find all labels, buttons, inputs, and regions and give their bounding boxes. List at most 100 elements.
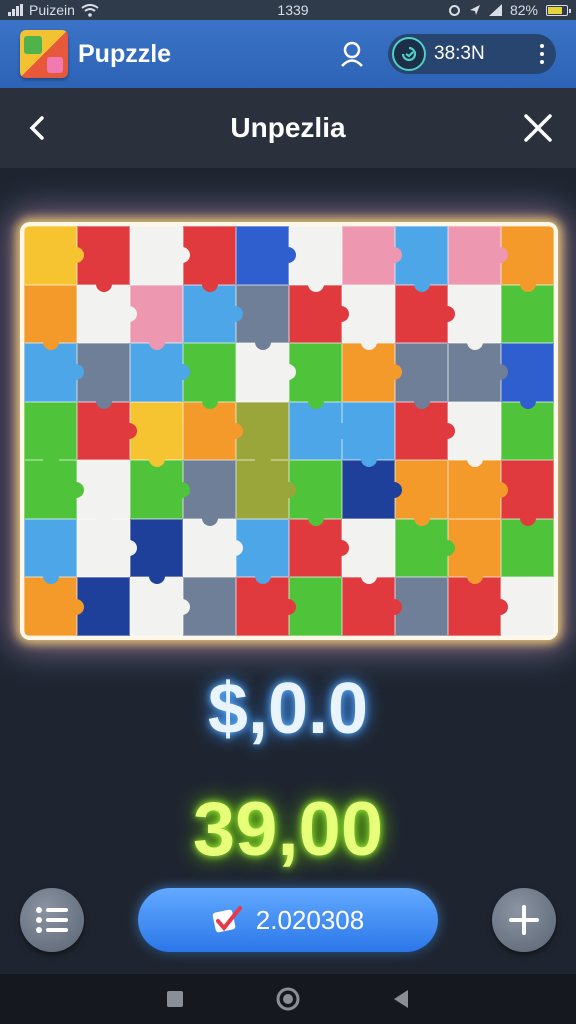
list-button[interactable] xyxy=(20,888,84,952)
square-icon[interactable] xyxy=(166,990,184,1008)
puzzle-piece[interactable] xyxy=(395,343,448,409)
back-button[interactable] xyxy=(22,112,54,144)
puzzle-piece[interactable] xyxy=(130,343,190,402)
puzzle-piece[interactable] xyxy=(342,226,402,285)
puzzle-piece[interactable] xyxy=(77,343,130,409)
puzzle-piece[interactable] xyxy=(448,284,501,351)
puzzle-piece[interactable] xyxy=(183,577,236,636)
puzzle-piece[interactable] xyxy=(342,401,395,468)
puzzle-piece[interactable] xyxy=(236,284,289,351)
puzzle-piece[interactable] xyxy=(236,226,296,285)
location-icon xyxy=(469,5,480,15)
puzzle-piece[interactable] xyxy=(236,518,289,585)
puzzle-piece[interactable] xyxy=(448,401,501,468)
puzzle-piece[interactable] xyxy=(289,518,349,578)
search-button[interactable] xyxy=(332,34,372,74)
puzzle-piece[interactable] xyxy=(130,577,190,636)
puzzle-piece[interactable] xyxy=(236,460,296,519)
puzzle-piece[interactable] xyxy=(24,460,84,519)
puzzle-piece[interactable] xyxy=(130,460,190,519)
puzzle-piece[interactable] xyxy=(77,460,130,526)
puzzle-piece[interactable] xyxy=(130,518,183,585)
puzzle-piece[interactable] xyxy=(501,577,554,636)
puzzle-piece[interactable] xyxy=(395,226,448,292)
app-logo xyxy=(20,30,68,78)
puzzle-piece[interactable] xyxy=(77,401,137,461)
puzzle-piece[interactable] xyxy=(501,460,554,526)
page-title: Unpezlia xyxy=(230,112,346,143)
puzzle-piece[interactable] xyxy=(448,577,508,636)
signal-icon xyxy=(8,4,23,16)
puzzle-piece[interactable] xyxy=(183,460,236,526)
puzzle-piece[interactable] xyxy=(24,343,84,402)
puzzle-piece[interactable] xyxy=(289,577,342,636)
puzzle-piece[interactable] xyxy=(24,284,77,351)
puzzle-piece[interactable] xyxy=(448,226,508,285)
status-time: 1339 xyxy=(277,2,309,18)
puzzle-piece[interactable] xyxy=(77,577,130,636)
puzzle-piece[interactable] xyxy=(183,226,236,292)
battery-percent: 82% xyxy=(509,2,538,18)
puzzle-piece[interactable] xyxy=(501,401,554,461)
puzzle-piece[interactable] xyxy=(448,343,508,402)
wifi-icon xyxy=(81,3,99,17)
puzzle-piece[interactable] xyxy=(183,343,236,409)
cell-signal-icon xyxy=(488,4,502,16)
status-bar: Puizein 1339 82% xyxy=(0,0,576,20)
puzzle-piece[interactable] xyxy=(395,401,455,461)
close-icon xyxy=(524,114,552,142)
puzzle-piece[interactable] xyxy=(342,518,395,585)
puzzle-piece[interactable] xyxy=(130,401,183,468)
puzzle-piece[interactable] xyxy=(289,401,349,461)
system-nav-bar xyxy=(0,974,576,1024)
puzzle-piece[interactable] xyxy=(395,284,455,344)
puzzle-piece[interactable] xyxy=(342,284,395,351)
puzzle-piece[interactable] xyxy=(448,518,501,585)
plus-button[interactable] xyxy=(492,888,556,952)
score-primary: $,0.0 xyxy=(207,669,369,749)
puzzle-piece[interactable] xyxy=(395,518,455,578)
puzzle-piece[interactable] xyxy=(342,343,402,402)
battery-icon xyxy=(546,4,571,16)
close-button[interactable] xyxy=(522,112,554,144)
more-vertical-icon[interactable] xyxy=(532,44,552,64)
puzzle-piece[interactable] xyxy=(130,284,183,351)
puzzle-piece[interactable] xyxy=(183,518,243,578)
puzzle-piece[interactable] xyxy=(77,284,137,344)
puzzle-board[interactable] xyxy=(24,226,554,636)
puzzle-piece[interactable] xyxy=(501,518,554,578)
puzzle-piece[interactable] xyxy=(24,577,84,636)
puzzle-piece[interactable] xyxy=(183,401,243,461)
puzzle-piece[interactable] xyxy=(289,460,342,526)
puzzle-piece[interactable] xyxy=(448,460,508,519)
puzzle-piece[interactable] xyxy=(342,460,402,519)
puzzle-piece[interactable] xyxy=(77,226,130,292)
puzzle-piece[interactable] xyxy=(395,577,448,636)
back-triangle-icon[interactable] xyxy=(392,989,410,1009)
puzzle-piece[interactable] xyxy=(24,518,77,585)
puzzle-piece[interactable] xyxy=(501,284,554,344)
puzzle-piece[interactable] xyxy=(289,284,349,344)
home-icon[interactable] xyxy=(276,987,300,1011)
puzzle-piece[interactable] xyxy=(342,577,402,636)
nav-bar: Unpezlia xyxy=(0,88,576,168)
puzzle-piece[interactable] xyxy=(24,401,77,468)
puzzle-piece[interactable] xyxy=(289,226,342,292)
puzzle-piece[interactable] xyxy=(501,226,554,292)
timer-pill[interactable]: 38:3N xyxy=(388,34,556,74)
puzzle-piece[interactable] xyxy=(501,343,554,409)
search-icon xyxy=(341,41,363,67)
sync-icon xyxy=(448,4,460,16)
puzzle-piece[interactable] xyxy=(77,518,137,578)
puzzle-piece[interactable] xyxy=(395,460,448,526)
puzzle-piece[interactable] xyxy=(236,577,296,636)
puzzle-piece[interactable] xyxy=(236,401,289,468)
puzzle-piece[interactable] xyxy=(289,343,342,409)
puzzle-piece[interactable] xyxy=(183,284,243,344)
main-action-button[interactable]: 2.020308 xyxy=(138,888,438,952)
puzzle-piece[interactable] xyxy=(24,226,84,285)
puzzle-piece[interactable] xyxy=(130,226,190,285)
chevron-left-icon xyxy=(29,116,44,140)
puzzle-piece[interactable] xyxy=(236,343,296,402)
plus-icon xyxy=(509,905,539,935)
